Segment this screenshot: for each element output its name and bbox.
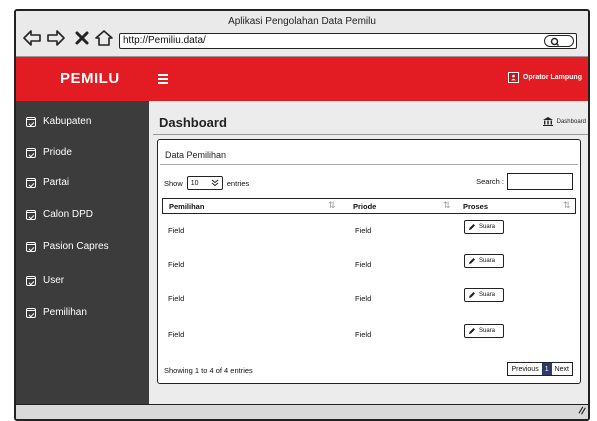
divider bbox=[160, 164, 578, 165]
pencil-icon bbox=[469, 258, 475, 264]
table-info: Showing 1 to 4 of 4 entries bbox=[164, 366, 253, 375]
sidebar-item-label: Pasion Capres bbox=[43, 241, 109, 252]
sidebar-item-label: Kabupaten bbox=[43, 116, 92, 127]
address-bar[interactable]: http://Pemiliu.data/ bbox=[119, 33, 577, 49]
sort-icon[interactable]: ⇅ bbox=[563, 200, 573, 210]
entries-select[interactable]: 10 bbox=[186, 176, 223, 190]
forward-arrow-icon[interactable] bbox=[46, 28, 66, 48]
table-search: Search : bbox=[476, 173, 573, 190]
user-name: Oprator Lampung bbox=[522, 74, 582, 81]
table-row: Field Field Suara bbox=[162, 220, 576, 238]
column-header-pemilihan[interactable]: Pemilihan bbox=[169, 202, 204, 211]
suara-button[interactable]: Suara bbox=[464, 220, 504, 234]
cell-priode: Field bbox=[355, 260, 372, 269]
page-1-button[interactable]: 1 bbox=[541, 363, 552, 375]
suara-button-label: Suara bbox=[479, 258, 496, 264]
entries-select-value: 10 bbox=[190, 179, 199, 187]
suara-button-label: Suara bbox=[479, 328, 496, 334]
checkbox-icon bbox=[26, 241, 36, 252]
pencil-icon bbox=[469, 292, 475, 298]
cell-pemilihan: Field bbox=[168, 260, 185, 269]
table-row: Field Field Suara bbox=[162, 324, 576, 342]
suara-button[interactable]: Suara bbox=[464, 254, 504, 268]
cell-pemilihan: Field bbox=[168, 294, 185, 303]
checkbox-icon bbox=[26, 147, 36, 158]
breadcrumb[interactable]: Dashboard bbox=[542, 117, 586, 126]
pencil-icon bbox=[469, 224, 475, 230]
sidebar-item-label: Pemilihan bbox=[43, 307, 87, 318]
cell-pemilihan: Field bbox=[168, 330, 185, 339]
checkbox-icon bbox=[26, 275, 36, 286]
suara-button[interactable]: Suara bbox=[464, 324, 504, 338]
suara-button-label: Suara bbox=[479, 292, 496, 298]
sidebar-item-label: User bbox=[43, 275, 65, 286]
home-icon[interactable] bbox=[94, 28, 114, 48]
sort-icon[interactable]: ⇅ bbox=[328, 200, 338, 210]
sidebar-item-calon-dpd[interactable]: Calon DPD bbox=[26, 209, 93, 220]
search-input[interactable] bbox=[507, 173, 573, 190]
checkbox-icon bbox=[26, 209, 36, 220]
panel-title: Data Pemilihan bbox=[165, 150, 227, 160]
user-icon bbox=[507, 72, 519, 83]
column-header-priode[interactable]: Priode bbox=[353, 202, 376, 211]
main-content: Dashboard Dashboard Data Pemilihan Show … bbox=[149, 101, 588, 406]
window-title: Aplikasi Pengolahan Data Pemilu bbox=[228, 16, 376, 27]
status-bar: // bbox=[16, 404, 588, 419]
address-url: http://Pemiliu.data/ bbox=[123, 35, 206, 46]
sidebar-item-pemilihan[interactable]: Pemilihan bbox=[26, 307, 87, 318]
cell-pemilihan: Field bbox=[168, 226, 185, 235]
address-search-button[interactable] bbox=[544, 35, 574, 47]
hamburger-menu-icon[interactable] bbox=[158, 74, 168, 84]
checkbox-icon bbox=[26, 307, 36, 318]
page-title: Dashboard bbox=[159, 115, 227, 130]
show-label: Show bbox=[164, 178, 183, 188]
entries-length-control: Show 10 entries bbox=[164, 176, 249, 190]
sidebar-item-pasion-capres[interactable]: Pasion Capres bbox=[26, 241, 109, 252]
chevron-down-icon bbox=[211, 179, 219, 187]
browser-bar: Aplikasi Pengolahan Data Pemilu http://P… bbox=[16, 11, 588, 57]
sort-icon[interactable]: ⇅ bbox=[443, 200, 453, 210]
pencil-icon bbox=[469, 328, 475, 334]
divider bbox=[153, 134, 588, 135]
user-menu[interactable]: Oprator Lampung bbox=[507, 72, 582, 83]
suara-button-label: Suara bbox=[479, 224, 496, 230]
column-header-proses[interactable]: Proses bbox=[463, 202, 488, 211]
entries-label: entries bbox=[226, 178, 250, 188]
sidebar-item-label: Partai bbox=[43, 177, 70, 188]
checkbox-icon bbox=[26, 116, 36, 127]
sidebar-item-kabupaten[interactable]: Kabupaten bbox=[26, 116, 91, 127]
cell-priode: Field bbox=[355, 294, 372, 303]
sidebar-item-partai[interactable]: Partai bbox=[26, 177, 69, 188]
search-icon bbox=[550, 37, 559, 46]
sidebar-item-label: Priode bbox=[43, 147, 72, 158]
table-row: Field Field Suara bbox=[162, 288, 576, 306]
top-navbar: PEMILU Oprator Lampung bbox=[16, 57, 588, 101]
close-x-icon[interactable] bbox=[72, 28, 92, 48]
sidebar-item-user[interactable]: User bbox=[26, 275, 64, 286]
back-arrow-icon[interactable] bbox=[22, 28, 42, 48]
cell-priode: Field bbox=[355, 226, 372, 235]
sidebar-item-label: Calon DPD bbox=[43, 209, 94, 220]
next-page-button[interactable]: Next bbox=[552, 363, 572, 375]
app-window: Aplikasi Pengolahan Data Pemilu http://P… bbox=[14, 9, 590, 421]
pagination: Previous 1 Next bbox=[507, 362, 573, 376]
breadcrumb-label: Dashboard bbox=[556, 118, 586, 125]
cell-priode: Field bbox=[355, 330, 372, 339]
brand-logo[interactable]: PEMILU bbox=[60, 70, 120, 87]
table-row: Field Field Suara bbox=[162, 254, 576, 272]
sidebar: Kabupaten Priode Partai Calon DPD Pasion… bbox=[16, 101, 149, 406]
table-header: Pemilihan ⇅ Priode ⇅ Proses ⇅ bbox=[162, 198, 576, 214]
sidebar-item-priode[interactable]: Priode bbox=[26, 147, 72, 158]
resize-handle-icon[interactable]: // bbox=[578, 405, 587, 417]
checkbox-icon bbox=[26, 177, 36, 188]
data-pemilihan-panel: Data Pemilihan Show 10 entries Search : … bbox=[157, 139, 581, 384]
bank-icon bbox=[542, 117, 553, 126]
suara-button[interactable]: Suara bbox=[464, 288, 504, 302]
search-label: Search : bbox=[476, 177, 504, 186]
previous-page-button[interactable]: Previous bbox=[508, 363, 541, 375]
